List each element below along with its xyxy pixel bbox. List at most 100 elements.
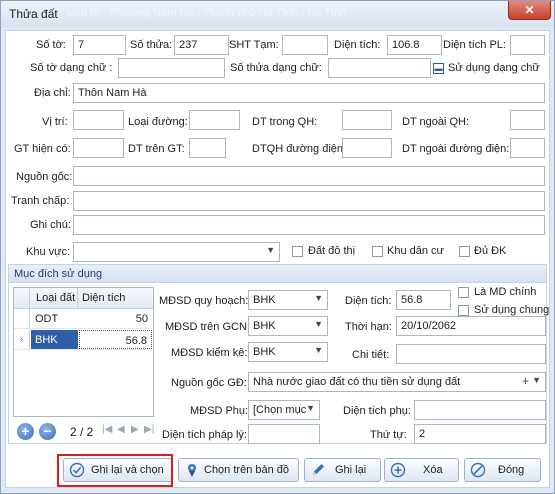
- sht-tam-input[interactable]: [282, 35, 328, 55]
- dat-do-thi-label: Đất đô thị: [308, 245, 356, 257]
- la-md-chinh-checkbox[interactable]: [458, 287, 469, 298]
- so-to-label: Số tờ:: [36, 39, 66, 51]
- land-use-grid: Loại đất Diện tích ODT 50 › BHK 56.8: [13, 287, 154, 417]
- dong-button[interactable]: Đóng: [464, 458, 541, 482]
- so-to-input[interactable]: 7: [73, 35, 126, 55]
- mdsd-quy-hoach-value: BHK: [253, 294, 276, 306]
- chevron-down-icon: ▼: [314, 293, 323, 303]
- map-pin-icon: [188, 464, 196, 477]
- plus-icon[interactable]: +: [522, 374, 529, 388]
- first-record-icon[interactable]: |◀: [102, 424, 112, 435]
- dt-tren-gt-input[interactable]: [189, 138, 226, 158]
- last-record-icon[interactable]: ▶|: [144, 424, 154, 435]
- grid-row-selector-header: [14, 288, 30, 309]
- column-header-dien-tich[interactable]: Diện tích: [82, 292, 125, 304]
- next-record-icon[interactable]: ▶: [131, 424, 139, 435]
- mdsd-tren-gcn-select[interactable]: BHK ▼: [248, 316, 328, 336]
- so-thua-chu-input[interactable]: [328, 58, 431, 78]
- thoi-han-input[interactable]: 20/10/2062: [396, 316, 546, 336]
- nguon-goc-input[interactable]: [73, 166, 545, 186]
- su-dung-chung-checkbox[interactable]: [458, 305, 469, 316]
- tranh-chap-input[interactable]: [73, 191, 545, 211]
- chi-tiet-label: Chi tiết:: [352, 349, 390, 361]
- cell-loai-dat[interactable]: ODT: [31, 309, 78, 328]
- dt-tren-gt-label: DT trên GT:: [128, 143, 185, 155]
- so-to-chu-input[interactable]: [118, 58, 225, 78]
- dtqh-duong-dien-input[interactable]: [342, 138, 392, 158]
- minus-icon: −: [43, 423, 52, 439]
- current-row-indicator-icon[interactable]: ›: [14, 330, 30, 350]
- mdsd-phu-select[interactable]: [Chọn mục ▼: [248, 400, 320, 420]
- dien-tich-label: Diện tích:: [334, 39, 381, 51]
- khu-dan-cu-checkbox[interactable]: [372, 246, 383, 257]
- dien-tich-pl-label: Diện tích PL:: [443, 39, 506, 51]
- plus-icon: +: [21, 423, 30, 439]
- mdsd-phu-value: [Chọn mục: [253, 404, 307, 416]
- row-selector[interactable]: [14, 309, 30, 329]
- ghi-chu-input[interactable]: [73, 215, 545, 235]
- ghi-lai-button[interactable]: Ghi lại: [304, 458, 381, 482]
- column-divider: [77, 288, 78, 309]
- dien-tich-phu-label: Diện tích phụ:: [343, 405, 411, 417]
- mdsd-phu-label: MĐSD Phụ:: [190, 405, 249, 417]
- mdsd-quy-hoach-label: MĐSD quy hoạch:: [159, 295, 249, 307]
- dien-tich-phap-ly-input[interactable]: [248, 424, 320, 444]
- mdsd-kiem-ke-select[interactable]: BHK ▼: [248, 342, 328, 362]
- window-subtitle: Lưu tờ - Phường Nam Hà - Thành phố Hà Tĩ…: [67, 7, 347, 19]
- chi-tiet-input[interactable]: [396, 344, 546, 364]
- table-row[interactable]: ODT 50: [14, 309, 153, 329]
- grid-navigator: + − 2 / 2 |◀ ◀ ▶ ▶|: [13, 423, 158, 441]
- close-button[interactable]: ✕: [508, 1, 551, 20]
- dat-do-thi-checkbox[interactable]: [292, 246, 303, 257]
- loai-duong-label: Loại đường:: [128, 116, 188, 128]
- mdsd-quy-hoach-select[interactable]: BHK ▼: [248, 290, 328, 310]
- cell-loai-dat[interactable]: BHK: [31, 330, 78, 349]
- cell-dien-tich[interactable]: 56.8: [79, 330, 152, 349]
- dt-ngoai-qh-label: DT ngoài QH:: [402, 116, 470, 128]
- dien-tich-input[interactable]: 106.8: [387, 35, 442, 55]
- mdsd-tren-gcn-label: MĐSD trên GCN:: [165, 321, 250, 333]
- prev-record-icon[interactable]: ◀: [117, 424, 125, 435]
- grid-header: Loại đất Diện tích: [14, 288, 153, 309]
- chon-tren-ban-do-button[interactable]: Chọn trên bản đồ: [178, 458, 299, 482]
- la-md-chinh-label: Là MD chính: [474, 286, 537, 298]
- remove-row-button[interactable]: −: [39, 423, 56, 440]
- sht-tam-label: SHT Tạm:: [229, 39, 279, 51]
- muc-dich-su-dung-group: Mục đích sử dụng Loại đất Diện tích ODT …: [8, 264, 550, 444]
- form-area: Số tờ: 7 Số thửa: 237 SHT Tạm: Diện tích…: [5, 30, 550, 488]
- dia-chi-label: Địa chỉ:: [34, 87, 71, 99]
- xoa-button[interactable]: Xóa: [384, 458, 459, 482]
- dt-trong-qh-input[interactable]: [342, 110, 392, 130]
- su-dung-dang-chu-checkbox[interactable]: ▬: [433, 63, 444, 74]
- dt-ngoai-duong-dien-input[interactable]: [510, 138, 545, 158]
- dia-chi-input[interactable]: Thôn Nam Hà: [73, 83, 545, 103]
- dien-tich-pl-input[interactable]: [510, 35, 545, 55]
- so-thua-label: Số thửa:: [130, 39, 173, 51]
- column-header-loai-dat[interactable]: Loại đất: [36, 292, 75, 304]
- nguon-goc-gd-label: Nguồn gốc GĐ:: [171, 377, 247, 389]
- dong-label: Đóng: [498, 464, 525, 476]
- thoi-han-label: Thời hạn:: [345, 321, 392, 333]
- cancel-circle-icon: [470, 462, 486, 478]
- table-row[interactable]: › BHK 56.8: [14, 330, 153, 350]
- su-dung-chung-label: Sử dụng chung: [474, 304, 550, 316]
- dien-tich-phu-input[interactable]: [414, 400, 546, 420]
- pencil-icon: [313, 464, 324, 475]
- dien-tich-phap-ly-label: Diện tích pháp lý:: [162, 429, 247, 441]
- so-thua-input[interactable]: 237: [174, 35, 229, 55]
- gt-hien-co-input[interactable]: [73, 138, 124, 158]
- loai-duong-input[interactable]: [189, 110, 240, 130]
- dien-tich-md-input[interactable]: 56.8: [396, 290, 451, 310]
- add-row-button[interactable]: +: [17, 423, 34, 440]
- nguon-goc-gd-value: Nhà nước giao đất có thu tiền sử dụng đấ…: [253, 376, 461, 388]
- vi-tri-input[interactable]: [73, 110, 124, 130]
- du-dk-checkbox[interactable]: [459, 246, 470, 257]
- thu-tu-input[interactable]: 2: [414, 424, 546, 444]
- dt-ngoai-qh-input[interactable]: [510, 110, 545, 130]
- group-title: Mục đích sử dụng: [14, 268, 103, 280]
- so-to-chu-label: Số tờ dạng chữ :: [30, 62, 113, 74]
- cell-dien-tich[interactable]: 50: [79, 309, 152, 328]
- chevron-down-icon: ▼: [314, 345, 323, 355]
- nguon-goc-gd-select[interactable]: Nhà nước giao đất có thu tiền sử dụng đấ…: [248, 372, 546, 392]
- khu-vuc-select[interactable]: ▼: [73, 242, 280, 262]
